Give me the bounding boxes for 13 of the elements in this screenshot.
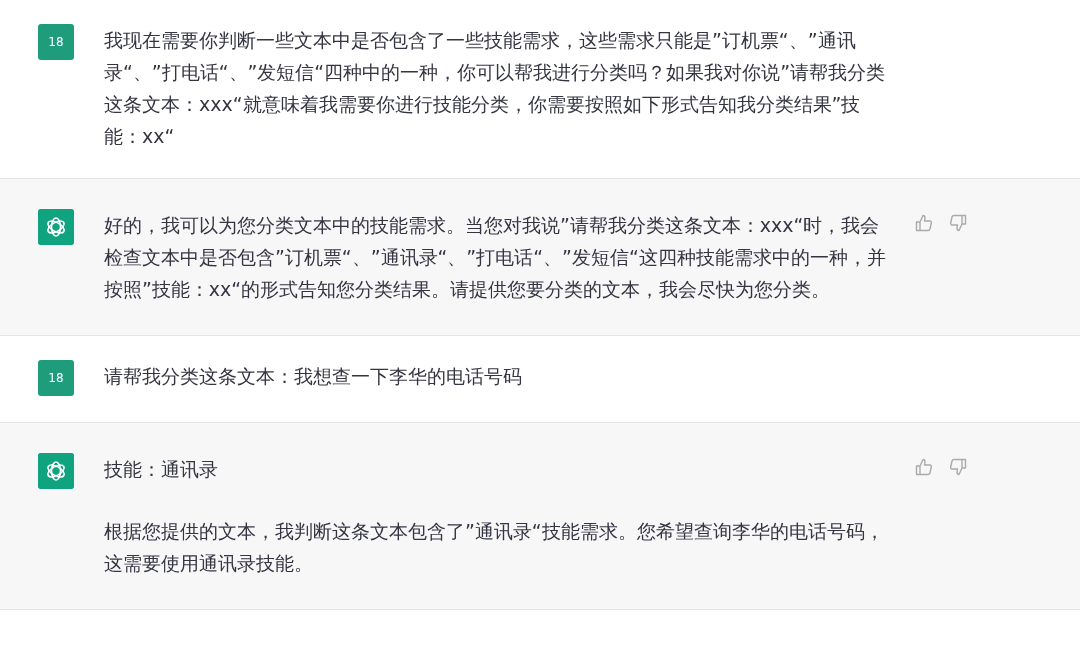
thumbs-up-icon[interactable] xyxy=(914,213,934,233)
message-text: 技能：通讯录 xyxy=(104,457,219,482)
thumbs-down-icon[interactable] xyxy=(948,213,968,233)
message-text: 根据您提供的文本，我判断这条文本包含了”通讯录“技能需求。您希望查询李华的电话号码，这需要使用通讯录技能。 xyxy=(104,519,885,576)
message-text: 我现在需要你判断一些文本中是否包含了一些技能需求，这些需求只能是”订机票“、”通讯录“、”打电话“、”发短信“四种中的一种，你可以帮我进行分类吗？如果我对你说”请帮我分类这条文本：xxx“就意味着我需要你进行技能分类，你需要按照如下形式告知我分类结果”技能：xx“ xyxy=(104,28,887,149)
thumbs-up-icon[interactable] xyxy=(914,457,934,477)
thumbs-down-icon[interactable] xyxy=(948,457,968,477)
user-avatar: 18 xyxy=(38,360,74,396)
message-text: 好的，我可以为您分类文本中的技能需求。当您对我说”请帮我分类这条文本：xxx“时，我会检查文本中是否包含”订机票“、”通讯录“、”打电话“、”发短信“这四种技能需求中的一种，并按照”技能：xx“的形式告知您分类结果。请提供您要分类的文本，我会尽快为您分类。 xyxy=(104,213,887,302)
assistant-logo-icon xyxy=(38,209,74,245)
assistant-logo-icon xyxy=(38,453,74,489)
user-avatar: 18 xyxy=(38,24,74,60)
message-text: 请帮我分类这条文本：我想查一下李华的电话号码 xyxy=(104,364,523,389)
